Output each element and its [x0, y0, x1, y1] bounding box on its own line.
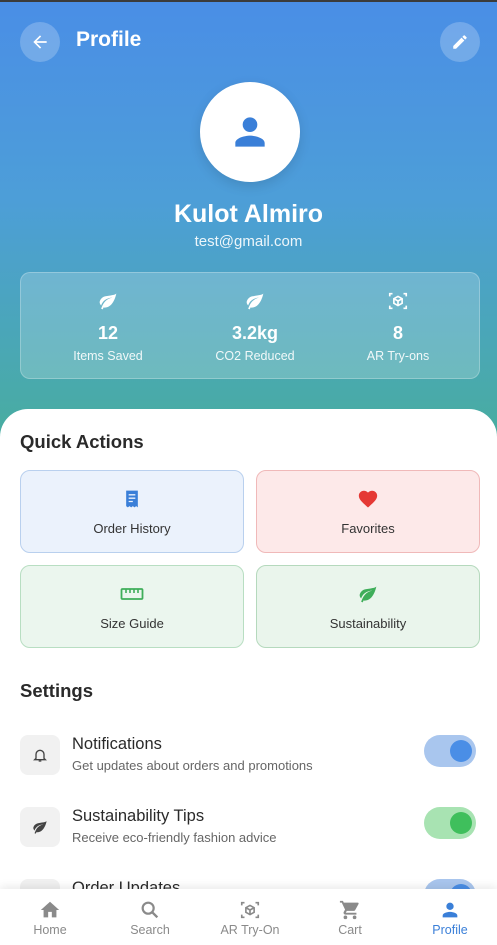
order-history-button[interactable]: Order History: [20, 470, 244, 553]
back-button[interactable]: [20, 22, 60, 62]
content-sheet: Quick Actions Order History Favorites Si…: [0, 409, 497, 945]
setting-notifications: Notifications Get updates about orders a…: [20, 735, 480, 785]
nav-ar-tryon[interactable]: AR Try-On: [200, 889, 300, 945]
stat-items-saved: 12 Items Saved: [33, 273, 183, 380]
page-title: Profile: [76, 28, 142, 51]
notifications-toggle[interactable]: [424, 735, 476, 767]
avatar[interactable]: [200, 82, 300, 182]
stat-ar-tryons: 8 AR Try-ons: [323, 273, 473, 380]
ar-cube-icon: [388, 292, 408, 310]
nav-profile[interactable]: Profile: [400, 889, 497, 945]
person-icon: [442, 902, 458, 918]
user-name: Kulot Almiro: [173, 200, 324, 228]
sustainability-tips-toggle[interactable]: [424, 807, 476, 839]
arrow-left-icon: [33, 35, 47, 49]
setting-sustainability-tips: Sustainability Tips Receive eco-friendly…: [20, 807, 480, 857]
heart-icon: [358, 490, 378, 508]
leaf-icon: [99, 293, 117, 310]
stats-card: 12 Items Saved 3.2kg CO2 Reduced 8 AR Tr…: [20, 272, 480, 379]
nav-home[interactable]: Home: [0, 889, 100, 945]
profile-screen: Profile Kulot Almiro test@gmail.com 12 I…: [0, 0, 497, 945]
search-icon: [141, 901, 159, 919]
favorites-button[interactable]: Favorites: [256, 470, 480, 553]
nav-cart[interactable]: Cart: [300, 889, 400, 945]
user-email: test@gmail.com: [194, 233, 303, 250]
leaf-icon: [359, 586, 377, 603]
size-guide-button[interactable]: Size Guide: [20, 565, 244, 648]
receipt-icon: [126, 490, 138, 508]
leaf-icon: [246, 293, 264, 310]
leaf-icon: [33, 821, 47, 834]
status-line: [0, 0, 497, 2]
profile-header: Profile Kulot Almiro test@gmail.com 12 I…: [0, 0, 497, 440]
ar-cube-icon: [240, 901, 260, 919]
ruler-icon: [120, 588, 144, 600]
bell-icon: [33, 749, 47, 762]
bottom-nav: Home Search AR Try-On Cart Profile: [0, 889, 497, 945]
quick-actions-title: Quick Actions: [20, 431, 144, 452]
pencil-icon: [453, 35, 467, 49]
stat-co2-reduced: 3.2kg CO2 Reduced: [180, 273, 330, 380]
edit-profile-button[interactable]: [440, 22, 480, 62]
person-icon: [235, 117, 265, 147]
nav-search[interactable]: Search: [100, 889, 200, 945]
home-icon: [40, 901, 60, 918]
cart-icon: [339, 900, 359, 920]
settings-title: Settings: [20, 680, 93, 701]
sustainability-button[interactable]: Sustainability: [256, 565, 480, 648]
